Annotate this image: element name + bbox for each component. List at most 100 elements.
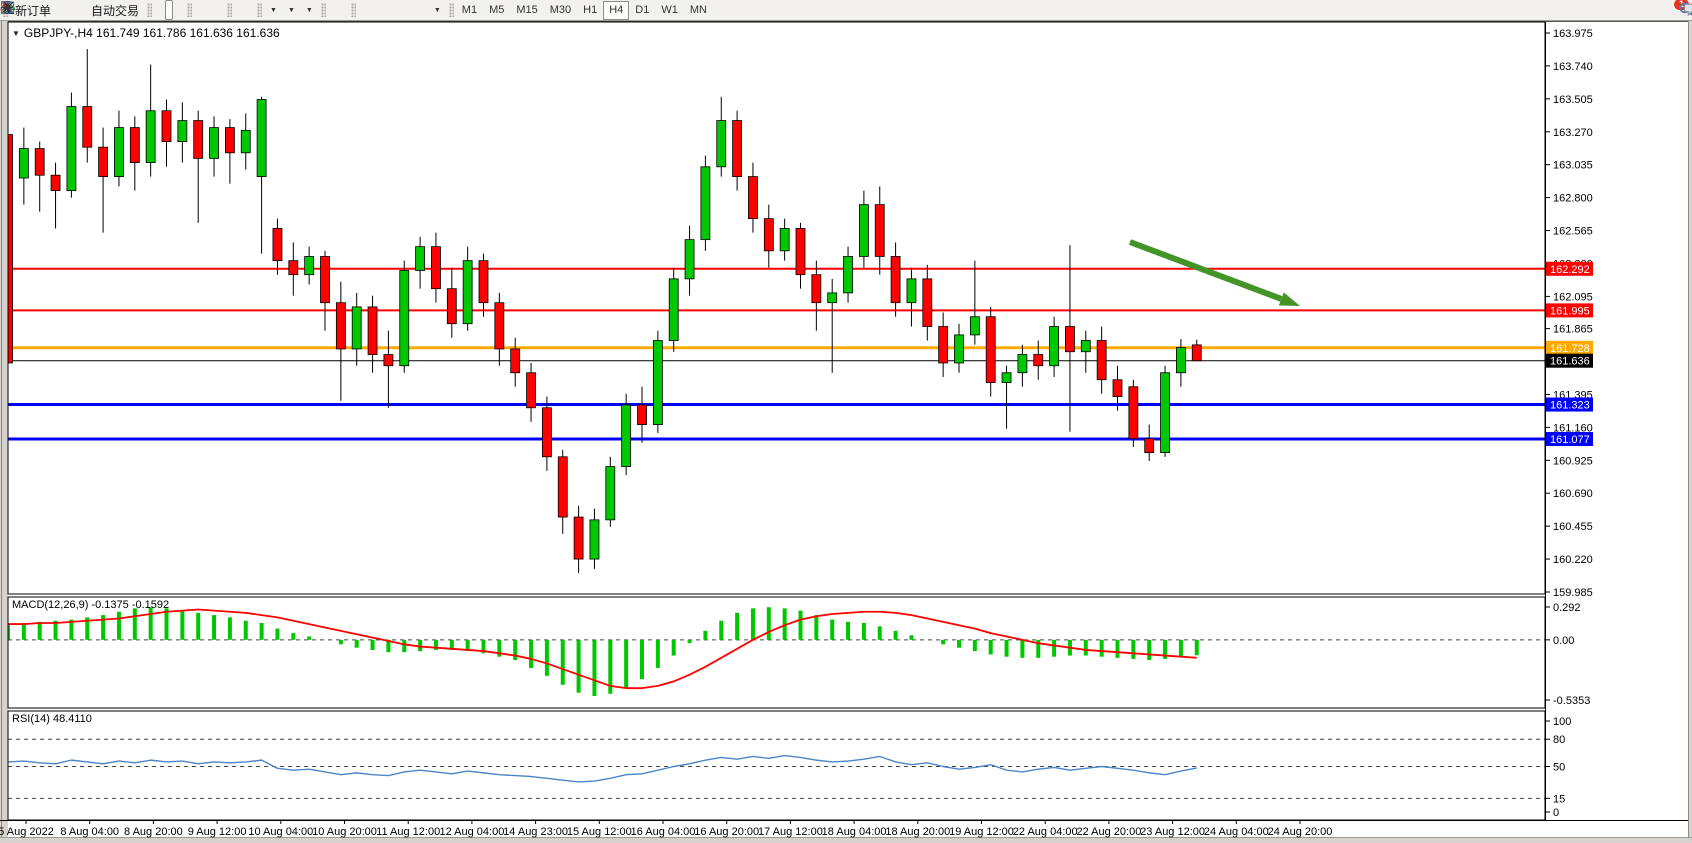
timeframe-toolbar: M1M5M15M30H1H4D1W1MN — [456, 0, 713, 20]
toolbar-group: 新订单 自动交易 — [10, 0, 144, 20]
svg-text:5 Aug 2022: 5 Aug 2022 — [0, 826, 54, 838]
new-order-button[interactable]: 新订单 — [11, 0, 55, 20]
dropdown-arrow-icon[interactable]: ▼ — [306, 7, 313, 14]
svg-text:-0.5353: -0.5353 — [1553, 695, 1590, 707]
svg-text:163.975: 163.975 — [1553, 28, 1593, 40]
chart-canvas[interactable]: 163.975163.740163.505163.270163.035162.8… — [0, 0, 1692, 843]
svg-text:159.985: 159.985 — [1553, 587, 1593, 599]
new-chart-button[interactable]: ▼ — [265, 0, 281, 20]
svg-text:0.00: 0.00 — [1553, 635, 1574, 647]
bar-chart-button[interactable] — [155, 0, 163, 20]
zoom-in-button[interactable] — [195, 0, 203, 20]
dropdown-arrow-icon[interactable]: ▼ — [288, 7, 295, 14]
auto-trading-button[interactable]: 自动交易 — [87, 0, 143, 20]
svg-text:0: 0 — [1553, 807, 1559, 819]
svg-text:12 Aug 04:00: 12 Aug 04:00 — [439, 826, 504, 838]
templates-button[interactable]: ▼ — [301, 0, 317, 20]
toolbar-group — [328, 0, 348, 20]
svg-text:19 Aug 12:00: 19 Aug 12:00 — [949, 826, 1014, 838]
svg-text:163.035: 163.035 — [1553, 160, 1593, 172]
metaeditor-button[interactable] — [67, 0, 75, 20]
timeframe-m30-button[interactable]: M30 — [544, 1, 577, 20]
svg-text:16 Aug 04:00: 16 Aug 04:00 — [631, 826, 696, 838]
trendline-button[interactable] — [379, 0, 387, 20]
chart-title: ▼ GBPJPY-,H4 161.749 161.786 161.636 161… — [12, 26, 280, 40]
toolbar-group: EFAT ▼ — [358, 0, 446, 20]
auto-scroll-button[interactable] — [235, 0, 243, 20]
chart-title-text: GBPJPY-,H4 161.749 161.786 161.636 161.6… — [24, 26, 280, 40]
vertical-line-button[interactable] — [359, 0, 367, 20]
crosshair-button[interactable] — [339, 0, 347, 20]
chart-shift-button[interactable] — [245, 0, 253, 20]
text-button[interactable]: A — [409, 0, 417, 20]
svg-text:8 Aug 20:00: 8 Aug 20:00 — [124, 826, 183, 838]
chat-icon — [1684, 1, 1692, 16]
arrows-button[interactable]: ▼ — [429, 0, 445, 20]
svg-text:162.292: 162.292 — [1550, 264, 1590, 276]
mt4-app: 新订单 自动交易 ▼ ▼ ▼ EFAT ▼ M1M5M15M30H1H4D1W1MN 1 163… — [0, 0, 1692, 843]
svg-text:163.740: 163.740 — [1553, 61, 1593, 73]
svg-text:160.455: 160.455 — [1553, 521, 1593, 533]
symbol-dropdown-icon[interactable]: ▼ — [12, 29, 20, 38]
svg-text:160.220: 160.220 — [1553, 554, 1593, 566]
svg-text:10 Aug 20:00: 10 Aug 20:00 — [312, 826, 377, 838]
svg-text:23 Aug 12:00: 23 Aug 12:00 — [1140, 826, 1205, 838]
equidistant-channel-button[interactable]: E — [389, 0, 397, 20]
svg-text:18 Aug 04:00: 18 Aug 04:00 — [822, 826, 887, 838]
dropdown-arrow-icon[interactable]: ▼ — [434, 7, 441, 14]
cursor-button[interactable] — [329, 0, 337, 20]
svg-text:18 Aug 20:00: 18 Aug 20:00 — [885, 826, 950, 838]
timeframe-mn-button[interactable]: MN — [684, 1, 713, 20]
market-button[interactable] — [57, 0, 65, 20]
fibonacci-button[interactable]: F — [399, 0, 407, 20]
shapes-icon — [0, 0, 15, 15]
svg-text:22 Aug 04:00: 22 Aug 04:00 — [1013, 826, 1078, 838]
timeframe-h4-button[interactable]: H4 — [603, 1, 629, 20]
dropdown-arrow-icon[interactable]: ▼ — [270, 7, 277, 14]
timeframe-d1-button[interactable]: D1 — [629, 1, 655, 20]
svg-text:100: 100 — [1553, 716, 1571, 728]
text-label-button[interactable]: T — [419, 0, 427, 20]
toolbar-group — [194, 0, 224, 20]
macd-label: MACD(12,26,9) -0.1375 -0.1592 — [12, 599, 169, 611]
rsi-label: RSI(14) 48.4110 — [12, 713, 92, 725]
svg-text:163.270: 163.270 — [1553, 127, 1593, 139]
new-order-label: 新订单 — [15, 2, 51, 19]
svg-text:161.865: 161.865 — [1553, 324, 1593, 336]
candlestick-chart-button[interactable] — [165, 0, 173, 20]
svg-text:22 Aug 20:00: 22 Aug 20:00 — [1076, 826, 1141, 838]
svg-text:161.995: 161.995 — [1550, 305, 1590, 317]
timeframe-m1-button[interactable]: M1 — [456, 1, 483, 20]
svg-text:162.095: 162.095 — [1553, 291, 1593, 303]
svg-text:161.077: 161.077 — [1550, 434, 1590, 446]
toolbar-grip — [227, 3, 232, 17]
timeframe-h1-button[interactable]: H1 — [577, 1, 603, 20]
toolbar-grip — [351, 3, 356, 17]
timeframe-m15-button[interactable]: M15 — [510, 1, 543, 20]
svg-text:15: 15 — [1553, 793, 1565, 805]
timeframe-m5-button[interactable]: M5 — [483, 1, 510, 20]
toolbar-group — [234, 0, 254, 20]
toolbar-group: ▼ ▼ ▼ — [264, 0, 318, 20]
line-chart-button[interactable] — [175, 0, 183, 20]
auto-trading-label: 自动交易 — [91, 2, 139, 19]
svg-text:14 Aug 23:00: 14 Aug 23:00 — [503, 826, 568, 838]
periods-button[interactable]: ▼ — [283, 0, 299, 20]
svg-text:160.690: 160.690 — [1553, 488, 1593, 500]
timeframe-w1-button[interactable]: W1 — [655, 1, 684, 20]
horizontal-line-button[interactable] — [369, 0, 377, 20]
svg-text:161.636: 161.636 — [1550, 356, 1590, 368]
svg-text:10 Aug 04:00: 10 Aug 04:00 — [248, 826, 313, 838]
svg-text:162.800: 162.800 — [1553, 193, 1593, 205]
toolbar-grip — [321, 3, 326, 17]
svg-text:15 Aug 12:00: 15 Aug 12:00 — [567, 826, 632, 838]
signals-button[interactable] — [77, 0, 85, 20]
toolbar-right-cluster: 1 — [1678, 1, 1692, 19]
svg-text:162.565: 162.565 — [1553, 226, 1593, 238]
svg-text:8 Aug 04:00: 8 Aug 04:00 — [60, 826, 119, 838]
svg-text:161.323: 161.323 — [1550, 400, 1590, 412]
toolbar-grip — [257, 3, 262, 17]
tile-windows-button[interactable] — [215, 0, 223, 20]
zoom-out-button[interactable] — [205, 0, 213, 20]
toolbar-grip — [449, 3, 454, 17]
